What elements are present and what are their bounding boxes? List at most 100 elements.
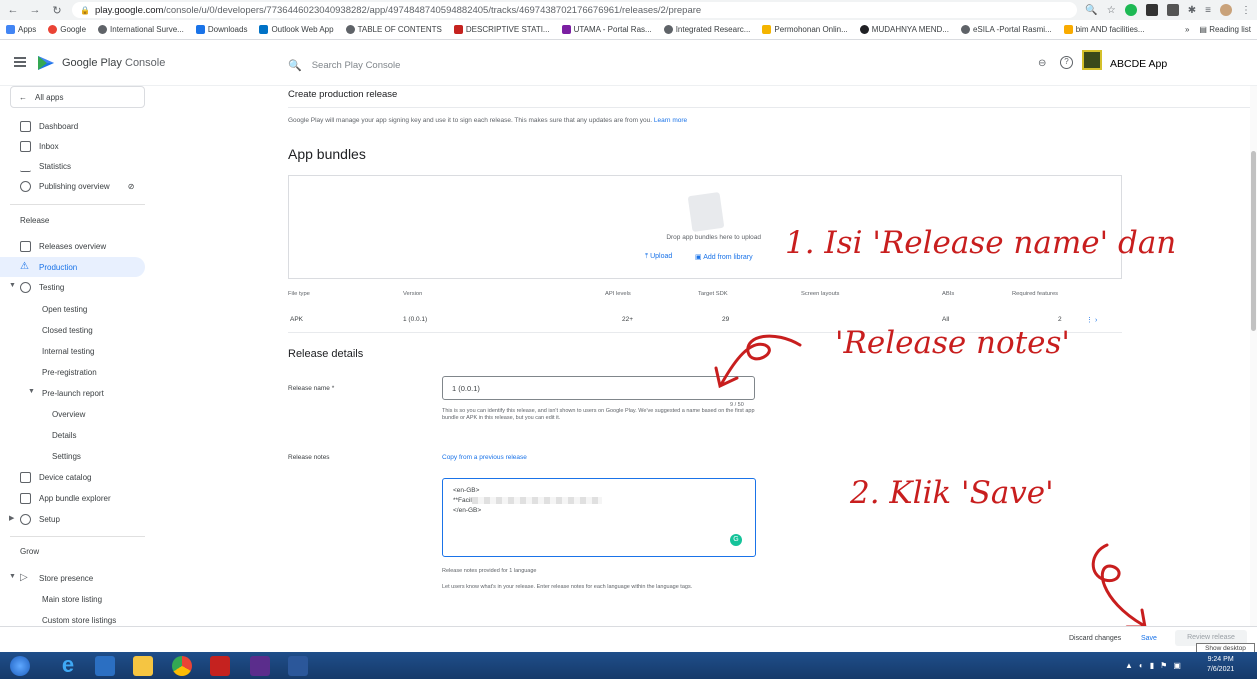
clock[interactable]: 9:24 PM 7/6/2021 (1207, 655, 1234, 675)
column-header: Version (403, 291, 423, 297)
sidebar-item-setup[interactable]: Setup (0, 509, 145, 529)
sidebar-item-dashboard[interactable]: Dashboard (0, 116, 145, 136)
column-header: Target SDK (698, 291, 728, 297)
sidebar-item-pre-launch-report[interactable]: Pre-launch report (0, 383, 145, 403)
bookmark-item[interactable]: Apps (6, 25, 36, 34)
scrollbar-thumb[interactable] (1251, 151, 1256, 331)
bookmark-item[interactable]: MUDAHNYA MEND... (859, 25, 949, 34)
release-notes-textarea[interactable]: <en-GB> **Facil </en-GB> (442, 478, 756, 557)
bookmark-item[interactable]: eSILA -Portal Rasmi... (960, 25, 1052, 34)
app-icon[interactable] (1082, 50, 1102, 70)
sidebar-item-overview[interactable]: Overview (0, 404, 145, 424)
chrome-menu-icon[interactable]: ⋮ (1241, 5, 1251, 16)
sidebar-divider (10, 204, 145, 205)
sidebar-item-app-bundle-explorer[interactable]: App bundle explorer (0, 488, 145, 508)
volume-icon[interactable]: ◐ (1139, 661, 1144, 670)
search-bar[interactable]: 🔍 Search Play Console (288, 54, 718, 76)
bookmark-item[interactable]: DESCRIPTIVE STATI... (453, 25, 550, 34)
bookmark-item[interactable]: Permohonan Onlin... (762, 25, 848, 34)
sidebar-item-pre-registration[interactable]: Pre-registration (0, 362, 145, 382)
bookmark-item[interactable]: Google (48, 25, 86, 34)
warning-icon: ⚠ (20, 260, 29, 272)
reading-list[interactable]: ▤ Reading list (1199, 25, 1251, 34)
bookmark-item[interactable]: Integrated Researc... (663, 25, 751, 34)
sidebar-item-settings[interactable]: Settings (0, 446, 145, 466)
page-scrollbar[interactable] (1250, 86, 1257, 626)
chrome-icon[interactable] (172, 656, 192, 676)
internet-explorer-icon[interactable]: e (58, 654, 78, 676)
add-from-library-button[interactable]: ▣ Add from library (695, 253, 753, 261)
forward-icon[interactable]: → (28, 4, 42, 16)
teams-icon[interactable] (250, 656, 270, 676)
table-cell: 2 (1058, 316, 1062, 323)
sync-off-icon: ⊘ (127, 181, 135, 191)
media-icon[interactable]: ≡ (1205, 5, 1211, 16)
app-bundles-heading: App bundles (288, 146, 366, 162)
tray-arrow-icon[interactable]: ▲ (1125, 661, 1133, 670)
annotation-step2: 2. Klik 'Save' (850, 475, 1054, 511)
system-tray[interactable]: ▲ ◐ ▮ ⚑ ▣ (1125, 661, 1181, 670)
sidebar-item-details[interactable]: Details (0, 425, 145, 445)
reload-icon[interactable]: ↻ (50, 4, 64, 17)
learn-more-link[interactable]: Learn more (654, 117, 687, 124)
notes-line: </en-GB> (453, 507, 482, 514)
start-button[interactable] (10, 656, 30, 676)
annotation-step1: 1. Isi 'Release name' dan (785, 225, 1177, 261)
bookmark-item[interactable]: bim AND facilities... (1063, 25, 1145, 34)
link-icon[interactable]: ⊖ (1038, 58, 1046, 69)
file-explorer-icon[interactable] (133, 656, 153, 676)
more-bookmarks-icon[interactable]: » (1185, 25, 1189, 34)
profile-avatar[interactable] (1220, 4, 1232, 16)
hamburger-menu-icon[interactable] (14, 57, 26, 67)
library-icon: ▣ (695, 254, 702, 261)
sidebar-item-closed-testing[interactable]: Closed testing (0, 320, 145, 340)
sidebar-item-main-store-listing[interactable]: Main store listing (0, 589, 145, 609)
app-name[interactable]: ABCDE App (1102, 50, 1232, 72)
extension-icon[interactable] (1124, 4, 1137, 16)
sidebar-item-store-presence[interactable]: ▷ Store presence (0, 568, 145, 588)
bookmark-label: International Surve... (110, 25, 184, 34)
brand-name: Google Play (62, 57, 122, 69)
network-icon[interactable]: ▮ (1150, 661, 1154, 670)
column-header: Required features (1012, 291, 1059, 297)
address-bar[interactable]: 🔒 play.google.com/console/u/0/developers… (72, 2, 1078, 18)
sidebar-item-production[interactable]: ⚠ Production (0, 257, 145, 277)
bookmark-item[interactable]: Downloads (195, 25, 247, 34)
app-launcher-icon[interactable] (95, 656, 115, 676)
language-icon[interactable]: ▣ (1173, 661, 1181, 670)
search-input[interactable]: Search Play Console (312, 60, 401, 71)
copy-previous-release-link[interactable]: Copy from a previous release (442, 454, 527, 461)
extension-icon[interactable] (1145, 4, 1158, 16)
save-button[interactable]: Save (1141, 635, 1157, 642)
bookmark-item[interactable]: International Surve... (98, 25, 184, 34)
extensions-puzzle-icon[interactable]: ✱ (1188, 5, 1196, 16)
notes-language-count: Release notes provided for 1 language (442, 568, 537, 574)
grammarly-icon[interactable]: G (730, 534, 742, 546)
sidebar-item-internal-testing[interactable]: Internal testing (0, 341, 145, 361)
sidebar-item-statistics[interactable]: Statistics (0, 156, 145, 176)
back-icon[interactable]: ← (6, 4, 20, 16)
release-name-input[interactable]: 1 (0.0.1) (442, 376, 755, 400)
bookmark-item[interactable]: TABLE OF CONTENTS (345, 25, 442, 34)
flag-icon[interactable]: ⚑ (1160, 661, 1167, 670)
upload-button[interactable]: ⤒ Upload (645, 253, 672, 261)
discard-changes-button[interactable]: Discard changes (1069, 635, 1121, 642)
bookmark-label: TABLE OF CONTENTS (357, 25, 442, 34)
row-more-icon[interactable]: ⋮ › (1086, 316, 1097, 324)
help-icon[interactable]: ? (1060, 56, 1073, 69)
sidebar-item-inbox[interactable]: Inbox (0, 136, 145, 156)
bookmark-item[interactable]: UTAMA - Portal Ras... (561, 25, 652, 34)
sidebar-item-releases-overview[interactable]: Releases overview (0, 236, 145, 256)
sidebar-item-testing[interactable]: Testing (0, 277, 145, 297)
bookmark-item[interactable]: Outlook Web App (259, 25, 334, 34)
bookmark-label: Integrated Researc... (675, 25, 751, 34)
sidebar-item-publishing-overview[interactable]: Publishing overview ⊘ (0, 176, 145, 196)
extension-icon[interactable] (1166, 4, 1179, 16)
acrobat-icon[interactable] (210, 656, 230, 676)
word-icon[interactable] (288, 656, 308, 676)
sidebar-item-open-testing[interactable]: Open testing (0, 299, 145, 319)
sidebar-item-device-catalog[interactable]: Device catalog (0, 467, 145, 487)
zoom-icon[interactable]: 🔍 (1085, 5, 1097, 16)
all-apps-button[interactable]: ← All apps (10, 86, 145, 108)
bookmark-star-icon[interactable]: ☆ (1107, 5, 1116, 16)
